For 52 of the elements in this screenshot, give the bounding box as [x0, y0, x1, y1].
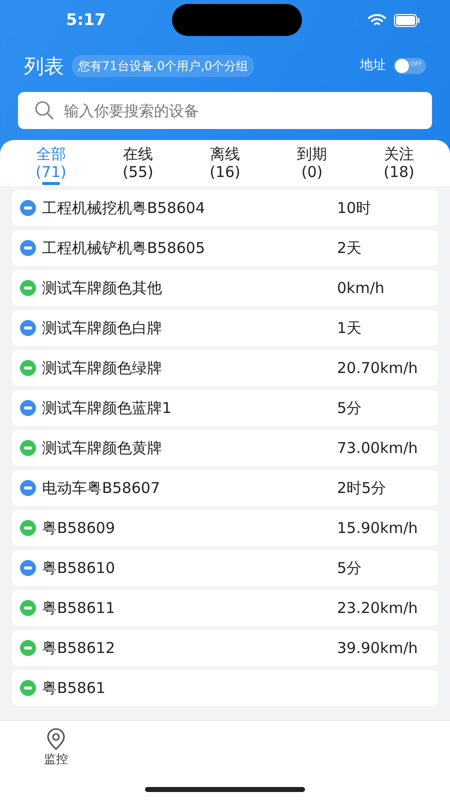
device-row[interactable]: 电动车粤B58607 2时5分: [12, 470, 438, 506]
device-row[interactable]: 粤B58612 39.90km/h: [12, 630, 438, 666]
device-summary: 您有71台设备,0个用户,0个分组: [72, 55, 254, 77]
device-row[interactable]: 测试车牌颜色白牌 1天: [12, 310, 438, 346]
battery-icon: [394, 14, 420, 26]
device-name: 工程机械铲机粤B58605: [42, 238, 206, 259]
device-status-value: 73.00km/h: [337, 438, 418, 459]
device-name: 工程机械挖机粤B58604: [42, 198, 206, 219]
device-status-value: 10时: [337, 198, 372, 219]
device-name: 粤B5861: [42, 678, 106, 699]
device-row[interactable]: 粤B58611 23.20km/h: [12, 590, 438, 626]
filter-tab[interactable]: 到期 (0): [277, 145, 347, 181]
device-name: 测试车牌颜色绿牌: [42, 358, 163, 379]
search-field[interactable]: 输入你要搜索的设备: [18, 92, 432, 129]
device-name: 测试车牌颜色白牌: [42, 318, 163, 339]
device-name: 粤B58611: [42, 598, 116, 619]
clock: 5:17: [66, 9, 106, 31]
device-name: 测试车牌颜色其他: [42, 278, 163, 299]
device-status-value: 5分: [337, 558, 362, 579]
filter-tab[interactable]: 关注 (18): [364, 145, 434, 181]
filter-tab[interactable]: 离线 (16): [190, 145, 260, 181]
device-row[interactable]: 工程机械挖机粤B58604 10时: [12, 190, 438, 226]
device-status-value: 0km/h: [337, 278, 384, 299]
device-row[interactable]: 工程机械铲机粤B58605 2天: [12, 230, 438, 266]
device-row[interactable]: 粤B5861: [12, 670, 438, 706]
device-name: 粤B58612: [42, 638, 116, 659]
device-name: 粤B58610: [42, 558, 116, 579]
device-status-value: 15.90km/h: [337, 518, 418, 539]
device-status-value: 39.90km/h: [337, 638, 418, 659]
location-pin-icon: [46, 728, 66, 750]
nav-tab[interactable]: 监控: [16, 727, 96, 769]
device-status-value: 2时5分: [337, 478, 386, 499]
device-row[interactable]: 测试车牌颜色黄牌 73.00km/h: [12, 430, 438, 466]
device-status-value: 2天: [337, 238, 362, 259]
page-title: 列表: [24, 53, 64, 80]
device-name: 测试车牌颜色蓝牌1: [42, 398, 173, 419]
device-name: 测试车牌颜色黄牌: [42, 438, 163, 459]
device-status-value: 5分: [337, 398, 362, 419]
device-row[interactable]: 测试车牌颜色蓝牌1 5分: [12, 390, 438, 426]
device-status-value: 23.20km/h: [337, 598, 418, 619]
device-name: 粤B58609: [42, 518, 116, 539]
device-row[interactable]: 粤B58610 5分: [12, 550, 438, 586]
device-status-value: 1天: [337, 318, 362, 339]
device-row[interactable]: 测试车牌颜色绿牌 20.70km/h: [12, 350, 438, 386]
device-row[interactable]: 粤B58609 15.90km/h: [12, 510, 438, 546]
wifi-icon: [368, 13, 386, 27]
device-name: 电动车粤B58607: [42, 478, 162, 499]
address-label: 地址: [360, 57, 386, 76]
filter-tab[interactable]: 在线 (55): [103, 145, 173, 181]
device-row[interactable]: 测试车牌颜色其他 0km/h: [12, 270, 438, 306]
device-status-value: 20.70km/h: [337, 358, 418, 379]
search-icon: [34, 100, 54, 120]
